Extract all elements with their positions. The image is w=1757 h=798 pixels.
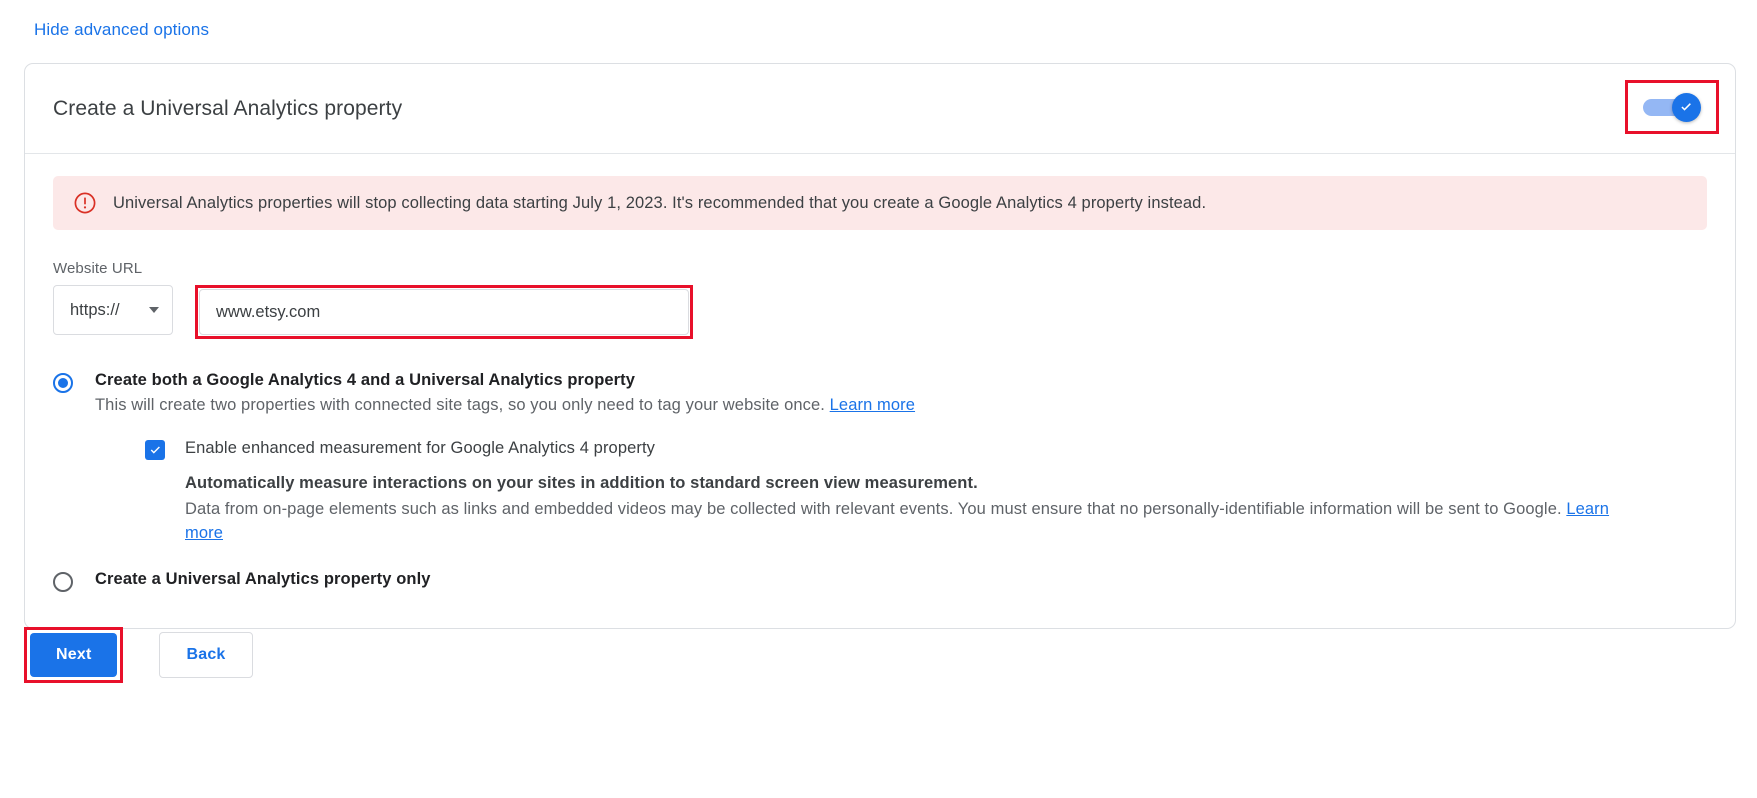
chevron-down-icon [149,307,159,313]
option-create-both-row[interactable]: Create both a Google Analytics 4 and a U… [53,371,1707,546]
radio-create-both-description-text: This will create two properties with con… [95,396,830,414]
radio-create-both-description: This will create two properties with con… [95,396,1630,415]
warning-banner-text: Universal Analytics properties will stop… [113,194,1206,213]
universal-analytics-warning-banner: Universal Analytics properties will stop… [53,176,1707,230]
radio-create-both-label: Create both a Google Analytics 4 and a U… [95,371,1630,390]
website-url-label: Website URL [53,260,1707,277]
back-button[interactable]: Back [159,632,252,678]
enhanced-measurement-row[interactable]: Enable enhanced measurement for Google A… [145,439,1630,460]
radio-create-both[interactable] [53,373,73,393]
toggle-highlight-box [1625,80,1719,134]
create-property-page: Hide advanced options Create a Universal… [0,0,1757,798]
universal-analytics-toggle[interactable] [1643,96,1701,118]
next-highlight-box: Next [24,627,123,683]
enhanced-measurement-block: Enable enhanced measurement for Google A… [145,439,1630,546]
radio-universal-only-label: Create a Universal Analytics property on… [95,570,431,589]
card-body: Universal Analytics properties will stop… [25,154,1735,628]
enhanced-measurement-label: Enable enhanced measurement for Google A… [185,439,655,458]
enhanced-measurement-bold-text: Automatically measure interactions on yo… [185,474,1630,493]
option-universal-only-row[interactable]: Create a Universal Analytics property on… [53,570,1707,592]
url-scheme-select[interactable]: https:// [53,285,173,335]
enhanced-measurement-body-text: Data from on-page elements such as links… [185,500,1566,518]
learn-more-link-properties[interactable]: Learn more [830,396,915,414]
website-url-highlight-box [195,285,693,339]
enhanced-measurement-body: Data from on-page elements such as links… [185,497,1630,546]
footer-actions: Next Back [24,627,253,683]
website-url-row: https:// [53,285,1707,337]
create-universal-analytics-property-card: Create a Universal Analytics property [24,63,1736,629]
enhanced-measurement-checkbox[interactable] [145,440,165,460]
toggle-knob-check-icon [1672,93,1701,122]
url-scheme-value: https:// [70,301,120,320]
card-header: Create a Universal Analytics property [25,64,1735,154]
website-url-input[interactable] [199,289,689,335]
enhanced-measurement-description: Automatically measure interactions on yo… [185,474,1630,546]
error-circle-icon [73,191,97,215]
page-title: Create a Universal Analytics property [53,97,402,121]
radio-universal-only[interactable] [53,572,73,592]
hide-advanced-options-link[interactable]: Hide advanced options [34,20,209,40]
next-button[interactable]: Next [30,633,117,677]
